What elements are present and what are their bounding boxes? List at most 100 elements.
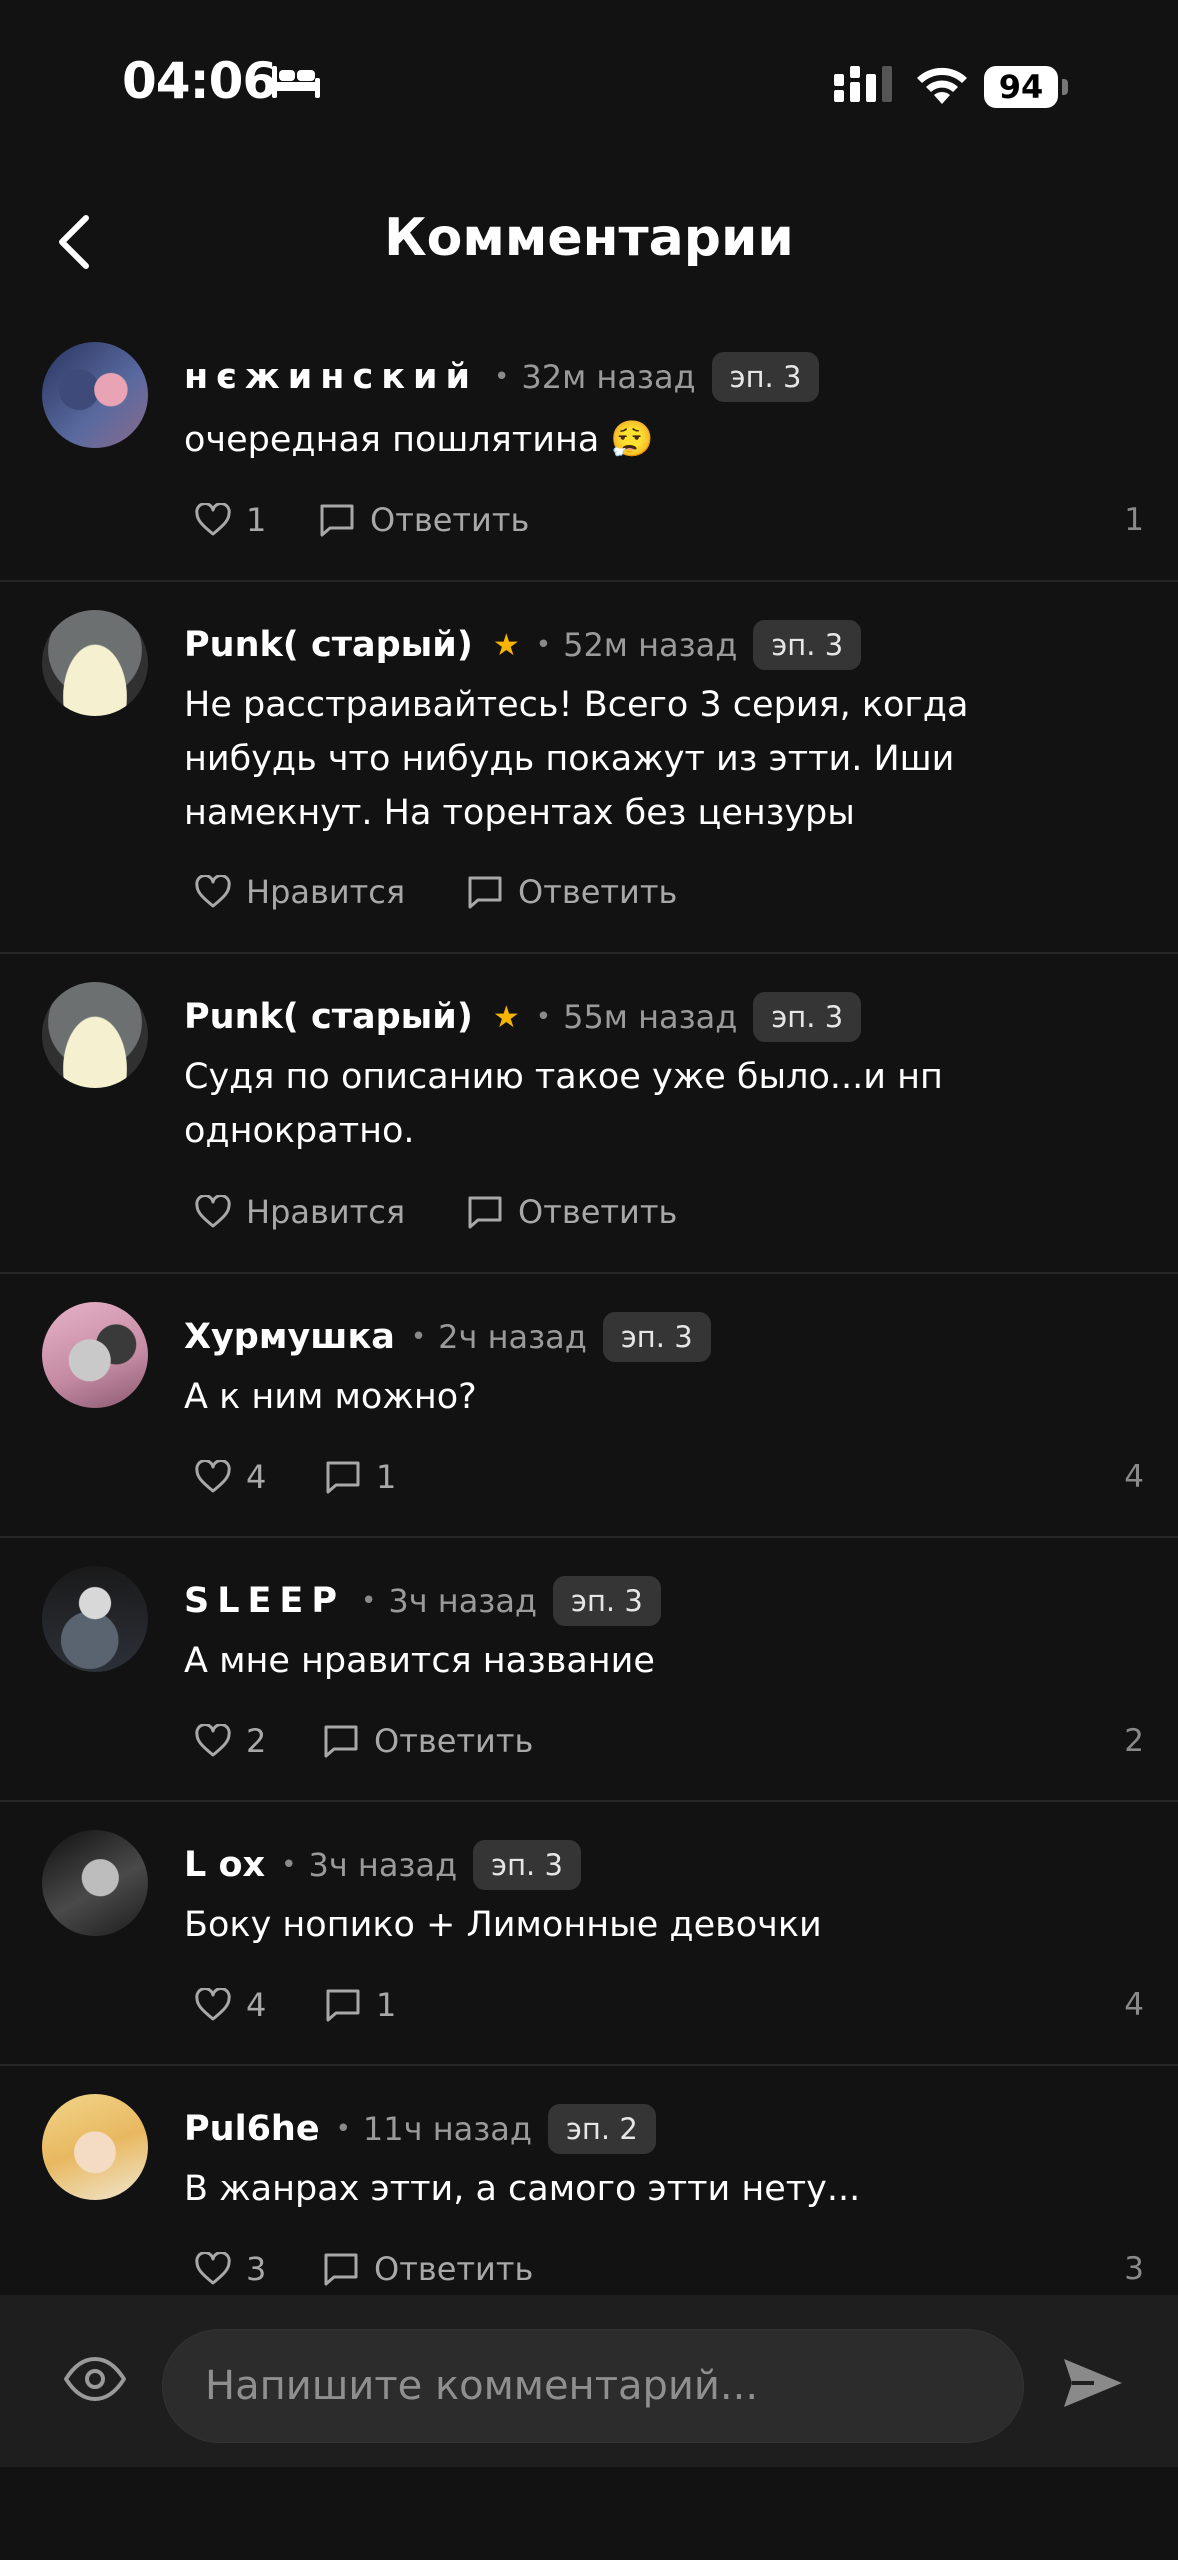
like-button[interactable]: 4 [194,1452,266,1502]
comment-count: 4 [1124,1987,1144,2023]
comment-list[interactable]: нєжинский • 32м назад эп. 3 очередная по… [0,310,1178,2295]
comment-icon [320,504,354,537]
comment-icon [468,876,502,909]
page-title: Комментарии [384,208,794,268]
comment-icon [324,1725,358,1758]
comment-time: 55м назад [563,998,738,1036]
like-button[interactable]: 4 [194,1980,266,2030]
like-label: Нравится [246,1193,406,1231]
reply-button[interactable]: Ответить [322,1716,533,1766]
comment-text: В жанрах этти, а самого этти нету... [184,2169,861,2209]
divider [0,1800,1178,1802]
avatar[interactable] [42,2094,148,2200]
battery-icon: 94 [984,66,1070,108]
comment-author[interactable]: Pul6he [184,2109,320,2149]
comment-icon [468,1196,502,1229]
separator: • [535,1002,552,1032]
divider [0,952,1178,954]
avatar[interactable] [42,1830,148,1936]
reply-button[interactable]: Ответить [322,2244,533,2294]
like-count: 1 [246,501,267,539]
heart-icon [195,1988,231,2021]
episode-badge: эп. 2 [548,2104,656,2154]
comment-author[interactable]: L ox [184,1845,265,1885]
comment-time: 2ч назад [438,1318,587,1356]
eye-icon[interactable] [62,2355,128,2403]
like-label: Нравится [246,873,406,911]
divider [0,1536,1178,1538]
comment-count: 3 [1124,2251,1144,2287]
avatar[interactable] [42,342,148,448]
heart-icon [195,1724,231,1757]
comment-actions: Нравится Ответить [184,1187,1144,1237]
comment-time: 11ч назад [362,2110,532,2148]
like-count: 3 [246,2250,267,2288]
battery-level: 94 [984,66,1058,108]
like-button[interactable]: Нравится [194,867,405,917]
status-bar: 04:06 94 [0,0,1178,170]
avatar[interactable] [42,1566,148,1672]
reply-label: Ответить [370,501,530,539]
like-button[interactable]: 1 [194,495,266,545]
reply-label: Ответить [374,1722,534,1760]
avatar[interactable] [42,982,148,1088]
comment-text: Не расстраивайтесь! Всего 3 серия, когда… [184,685,969,833]
reply-button[interactable]: Ответить [466,867,677,917]
separator: • [535,630,552,660]
comment-time: 3ч назад [308,1846,458,1884]
comment-icon [326,1461,360,1494]
comment-actions: 1 Ответить 1 [184,495,1144,545]
avatar[interactable] [42,1302,148,1408]
comment-author[interactable]: Punk( старый) [184,997,473,1037]
comment-text: Судя по описанию такое уже было...и нп о… [184,1057,943,1151]
comment-author[interactable]: нєжинский [184,357,478,397]
comment-text: А мне нравится название [184,1641,655,1681]
reply-count: 1 [376,1986,397,2024]
separator: • [360,1586,377,1616]
episode-badge: эп. 3 [753,992,862,1042]
divider [0,580,1178,582]
comment-author[interactable]: Punk( старый) [184,625,473,665]
comment-author[interactable]: SLEEP [184,1581,345,1621]
comment-input[interactable] [163,2330,1023,2442]
like-button[interactable]: 2 [194,1716,266,1766]
comment-text: Боку нопико + Лимонные девочки [184,1905,822,1945]
heart-icon [195,1195,231,1228]
like-count: 4 [246,1986,267,2024]
comment-count: 4 [1124,1459,1144,1495]
episode-badge: эп. 3 [473,1840,581,1890]
comment-time: 32м назад [521,358,696,396]
heart-icon [195,875,231,908]
like-button[interactable]: Нравится [194,1187,405,1237]
reply-button[interactable]: Ответить [318,495,529,545]
comment-time: 3ч назад [388,1582,538,1620]
star-icon: ★ [492,999,520,1035]
comment-actions: 4 1 4 [184,1452,1144,1502]
avatar[interactable] [42,610,148,716]
reply-label: Ответить [518,873,678,911]
comment-actions: 3 Ответить 3 [184,2244,1144,2294]
comment-text: очередная пошлятина 😮‍💨 [184,420,655,460]
bed-icon [272,66,320,98]
send-icon[interactable] [1060,2353,1126,2413]
comment-count: 1 [1124,502,1144,538]
heart-icon [195,1460,231,1493]
reply-button[interactable]: 1 [324,1980,396,2030]
comment-actions: 2 Ответить 2 [184,1716,1144,1766]
reply-label: Ответить [518,1193,678,1231]
heart-icon [195,503,231,536]
like-button[interactable]: 3 [194,2244,266,2294]
comment-input-wrap [162,2329,1024,2443]
status-time: 04:06 [122,52,277,110]
star-icon: ★ [492,627,520,663]
separator: • [281,1850,297,1880]
reply-button[interactable]: Ответить [466,1187,677,1237]
comment-author[interactable]: Хурмушка [184,1317,395,1357]
episode-badge: эп. 3 [553,1576,661,1626]
header: Комментарии [0,170,1178,310]
reply-button[interactable]: 1 [324,1452,396,1502]
episode-badge: эп. 3 [753,620,862,670]
heart-icon [195,2252,231,2285]
like-count: 4 [246,1458,267,1496]
comment-time: 52м назад [563,626,738,664]
